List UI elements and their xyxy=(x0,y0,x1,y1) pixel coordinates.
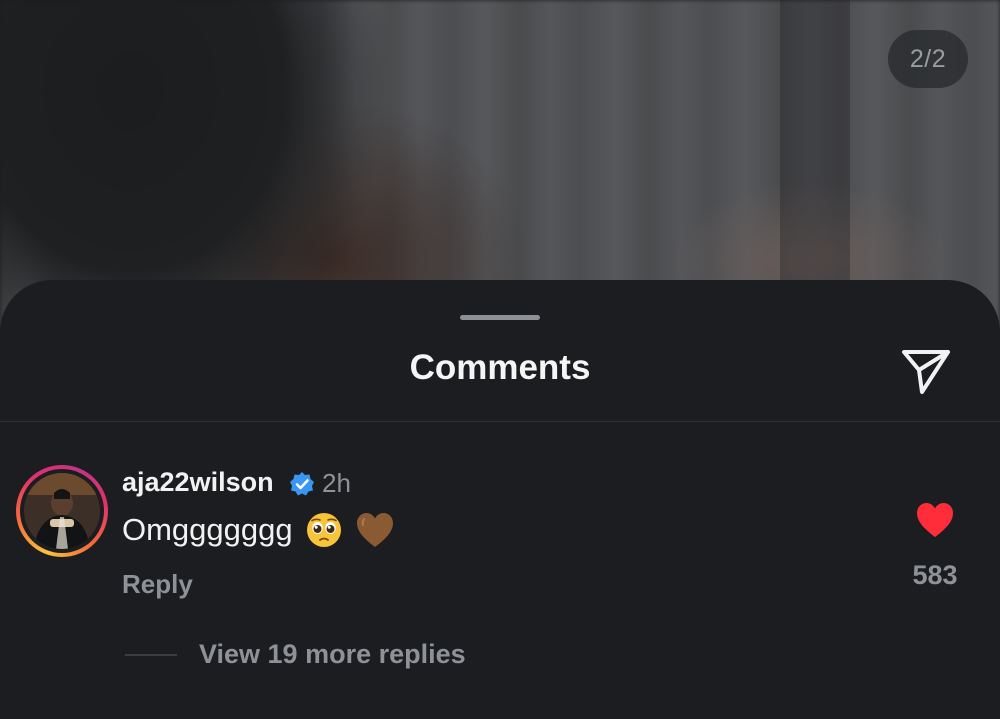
comment-username[interactable]: aja22wilson xyxy=(122,467,274,498)
reply-button[interactable]: Reply xyxy=(122,569,193,600)
comment-body: Omggggggg xyxy=(122,511,395,549)
like-heart-icon[interactable] xyxy=(914,500,956,540)
post-media-shadow xyxy=(780,0,850,300)
comments-sheet: Comments aja22wilson 2h Omggggggg Reply … xyxy=(0,280,1000,719)
avatar-photo xyxy=(24,473,100,549)
brown-heart-emoji-icon xyxy=(356,513,393,547)
verified-badge-icon xyxy=(290,472,314,496)
view-more-replies-button[interactable]: View 19 more replies xyxy=(199,639,466,670)
replies-divider-line xyxy=(125,654,177,656)
avatar[interactable] xyxy=(24,473,100,549)
media-page-counter: 2/2 xyxy=(888,30,968,88)
comments-screen: 2/2 Comments aja22wilson 2h Omggggggg Re… xyxy=(0,0,1000,719)
avatar-story-ring[interactable] xyxy=(16,465,108,557)
comment-timestamp: 2h xyxy=(322,468,351,498)
comment-text: Omggggggg xyxy=(122,512,293,547)
header-divider xyxy=(0,421,1000,422)
sheet-drag-handle[interactable] xyxy=(460,315,540,320)
like-count: 583 xyxy=(912,560,958,590)
share-button[interactable] xyxy=(896,344,956,398)
paper-plane-icon xyxy=(902,350,950,394)
pleading-face-emoji-icon xyxy=(306,513,341,547)
sheet-title: Comments xyxy=(409,348,591,387)
